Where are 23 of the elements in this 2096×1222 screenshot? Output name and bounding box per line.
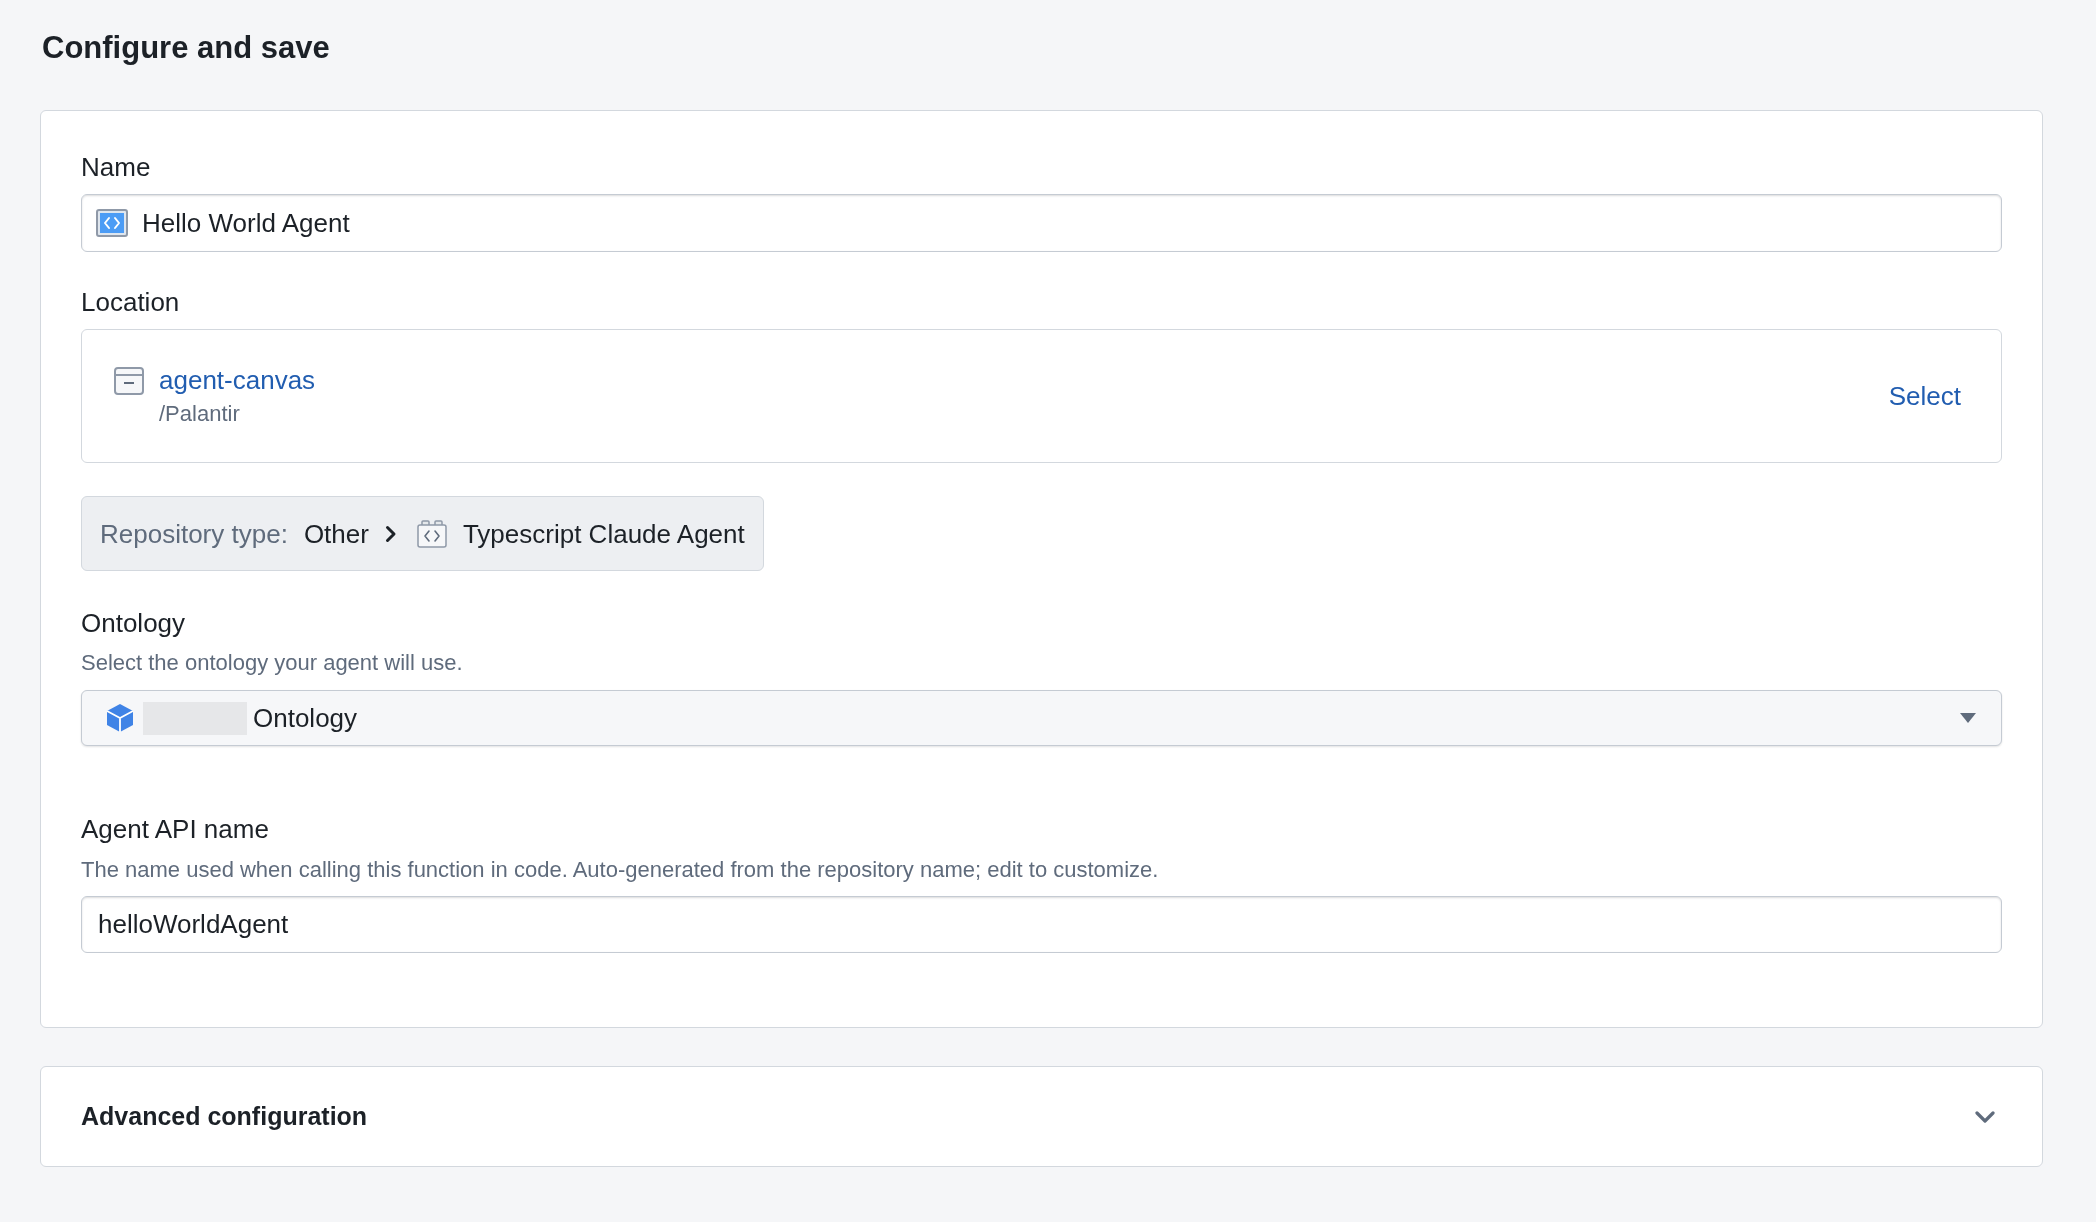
field-description: Select the ontology your agent will use.: [81, 649, 463, 677]
field-description: The name used when calling this function in code. Auto-generated from the repository name; edit to customize.: [81, 856, 1159, 884]
folder-path: /Palantir: [159, 399, 240, 428]
archive-box-icon: [114, 366, 144, 395]
advanced-configuration-toggle[interactable]: Advanced configuration: [40, 1066, 2043, 1167]
ontology-select[interactable]: Ontology: [81, 690, 2002, 746]
repository-category: Other: [303, 518, 369, 549]
name-input[interactable]: Hello World Agent: [81, 194, 2002, 252]
cube-icon: [106, 703, 134, 733]
caret-down-icon: [1960, 713, 1976, 723]
repository-type-label: Repository type:: [100, 518, 288, 549]
field-label: Name: [81, 152, 151, 182]
field-label: Ontology: [81, 608, 186, 638]
select-location-button[interactable]: Select: [1888, 381, 1961, 411]
page-title: Configure and save: [41, 30, 330, 66]
code-block-icon: [416, 519, 447, 548]
code-file-icon: [96, 209, 128, 237]
folder-link[interactable]: agent-canvas: [159, 364, 316, 395]
repository-template: Typescript Claude Agent: [462, 518, 745, 549]
chevron-right-icon: [384, 524, 397, 543]
field-label: Location: [81, 287, 180, 317]
field-label: Agent API name: [81, 814, 269, 844]
api-name-input[interactable]: helloWorldAgent: [81, 896, 2002, 953]
